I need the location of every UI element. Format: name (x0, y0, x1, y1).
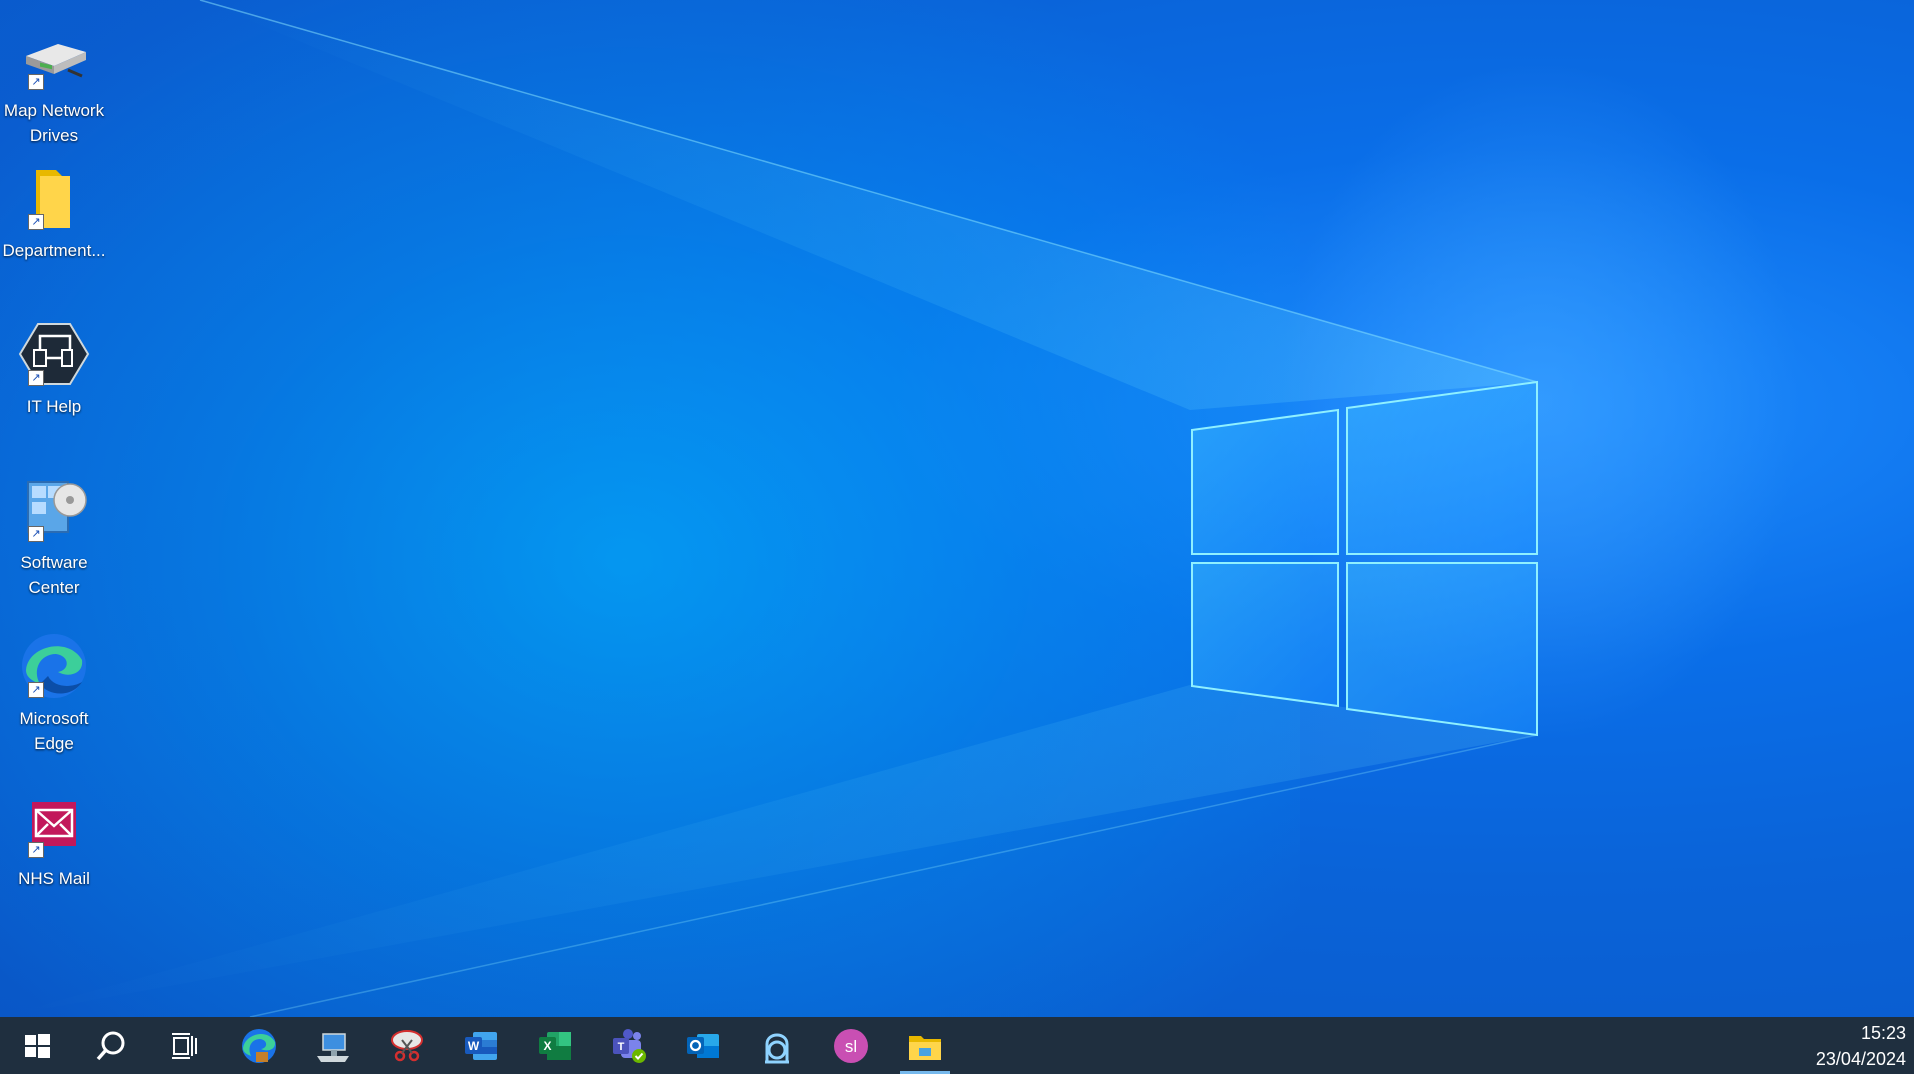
desktop-icon-label: Department... (2, 241, 106, 260)
remote-desktop-icon (317, 1032, 349, 1062)
desktop-icon-department[interactable]: ↗ Department... (0, 162, 108, 263)
taskbar-word[interactable]: W (444, 1017, 518, 1074)
desktop-icon-label: NHS Mail (18, 869, 90, 888)
mail-icon: ↗ (18, 790, 90, 862)
avatar-initials: sl (845, 1037, 857, 1056)
word-icon: W (465, 1031, 497, 1060)
task-view-icon (172, 1032, 197, 1059)
desktop-icon-label: IT Help (26, 397, 82, 416)
shortcut-arrow-icon: ↗ (28, 370, 44, 386)
snipping-tool-icon (391, 1029, 423, 1061)
edge-icon: ↗ (18, 630, 90, 702)
shortcut-arrow-icon: ↗ (28, 74, 44, 90)
desktop-icon-it-help[interactable]: ↗ IT Help (0, 318, 108, 419)
desktop-icon-label: Software Center (20, 553, 88, 597)
search-icon (96, 1031, 125, 1060)
svg-text:W: W (468, 1039, 480, 1053)
task-view-button[interactable] (148, 1017, 222, 1074)
excel-icon: X (539, 1031, 571, 1060)
lock-app-icon (765, 1033, 789, 1063)
taskbar-snipping-tool[interactable] (370, 1017, 444, 1074)
folder-icon: ↗ (18, 162, 90, 234)
desktop-icon-microsoft-edge[interactable]: ↗ Microsoft Edge (0, 630, 108, 756)
shortcut-arrow-icon: ↗ (28, 682, 44, 698)
network-drive-icon: ↗ (18, 22, 90, 94)
taskbar-remote-desktop[interactable] (296, 1017, 370, 1074)
file-explorer-icon (909, 1035, 941, 1060)
clock-date: 23/04/2024 (1815, 1048, 1906, 1069)
taskbar-excel[interactable]: X (518, 1017, 592, 1074)
windows-wallpaper (0, 0, 1800, 1017)
windows-start-icon (25, 1033, 50, 1058)
desktop-icon-nhs-mail[interactable]: ↗ NHS Mail (0, 790, 108, 891)
taskbar-outlook[interactable] (666, 1017, 740, 1074)
it-help-icon: ↗ (18, 318, 90, 390)
svg-text:T: T (618, 1041, 625, 1053)
taskbar-lock-app[interactable] (740, 1017, 814, 1074)
taskbar-user-avatar[interactable]: sl (814, 1017, 888, 1074)
outlook-icon (687, 1033, 719, 1058)
search-button[interactable] (74, 1017, 148, 1074)
system-clock[interactable]: 15:23 23/04/2024 (1816, 1017, 1906, 1074)
shortcut-arrow-icon: ↗ (28, 214, 44, 230)
taskbar-edge[interactable] (222, 1017, 296, 1074)
software-center-icon: ↗ (18, 474, 90, 546)
avatar-icon: sl (834, 1028, 868, 1063)
shortcut-arrow-icon: ↗ (28, 842, 44, 858)
desktop-icon-software-center[interactable]: ↗ Software Center (0, 474, 108, 600)
desktop-icon-label: Microsoft Edge (19, 709, 89, 753)
teams-icon: T (613, 1028, 646, 1063)
desktop-icon-map-network-drives[interactable]: ↗ Map Network Drives (0, 22, 108, 148)
taskbar-teams[interactable]: T (592, 1017, 666, 1074)
svg-text:X: X (543, 1039, 551, 1053)
edge-icon (242, 1028, 276, 1063)
shortcut-arrow-icon: ↗ (28, 526, 44, 542)
start-button[interactable] (0, 1017, 74, 1074)
taskbar-file-explorer[interactable] (888, 1017, 962, 1074)
desktop[interactable]: ↗ Map Network Drives ↗ Department... ↗ I… (0, 0, 1914, 1017)
clock-time: 15:23 (1860, 1022, 1906, 1043)
taskbar: W X T sl 15:23 23/04/2024 (0, 1017, 1914, 1074)
desktop-icon-label: Map Network Drives (3, 101, 105, 145)
